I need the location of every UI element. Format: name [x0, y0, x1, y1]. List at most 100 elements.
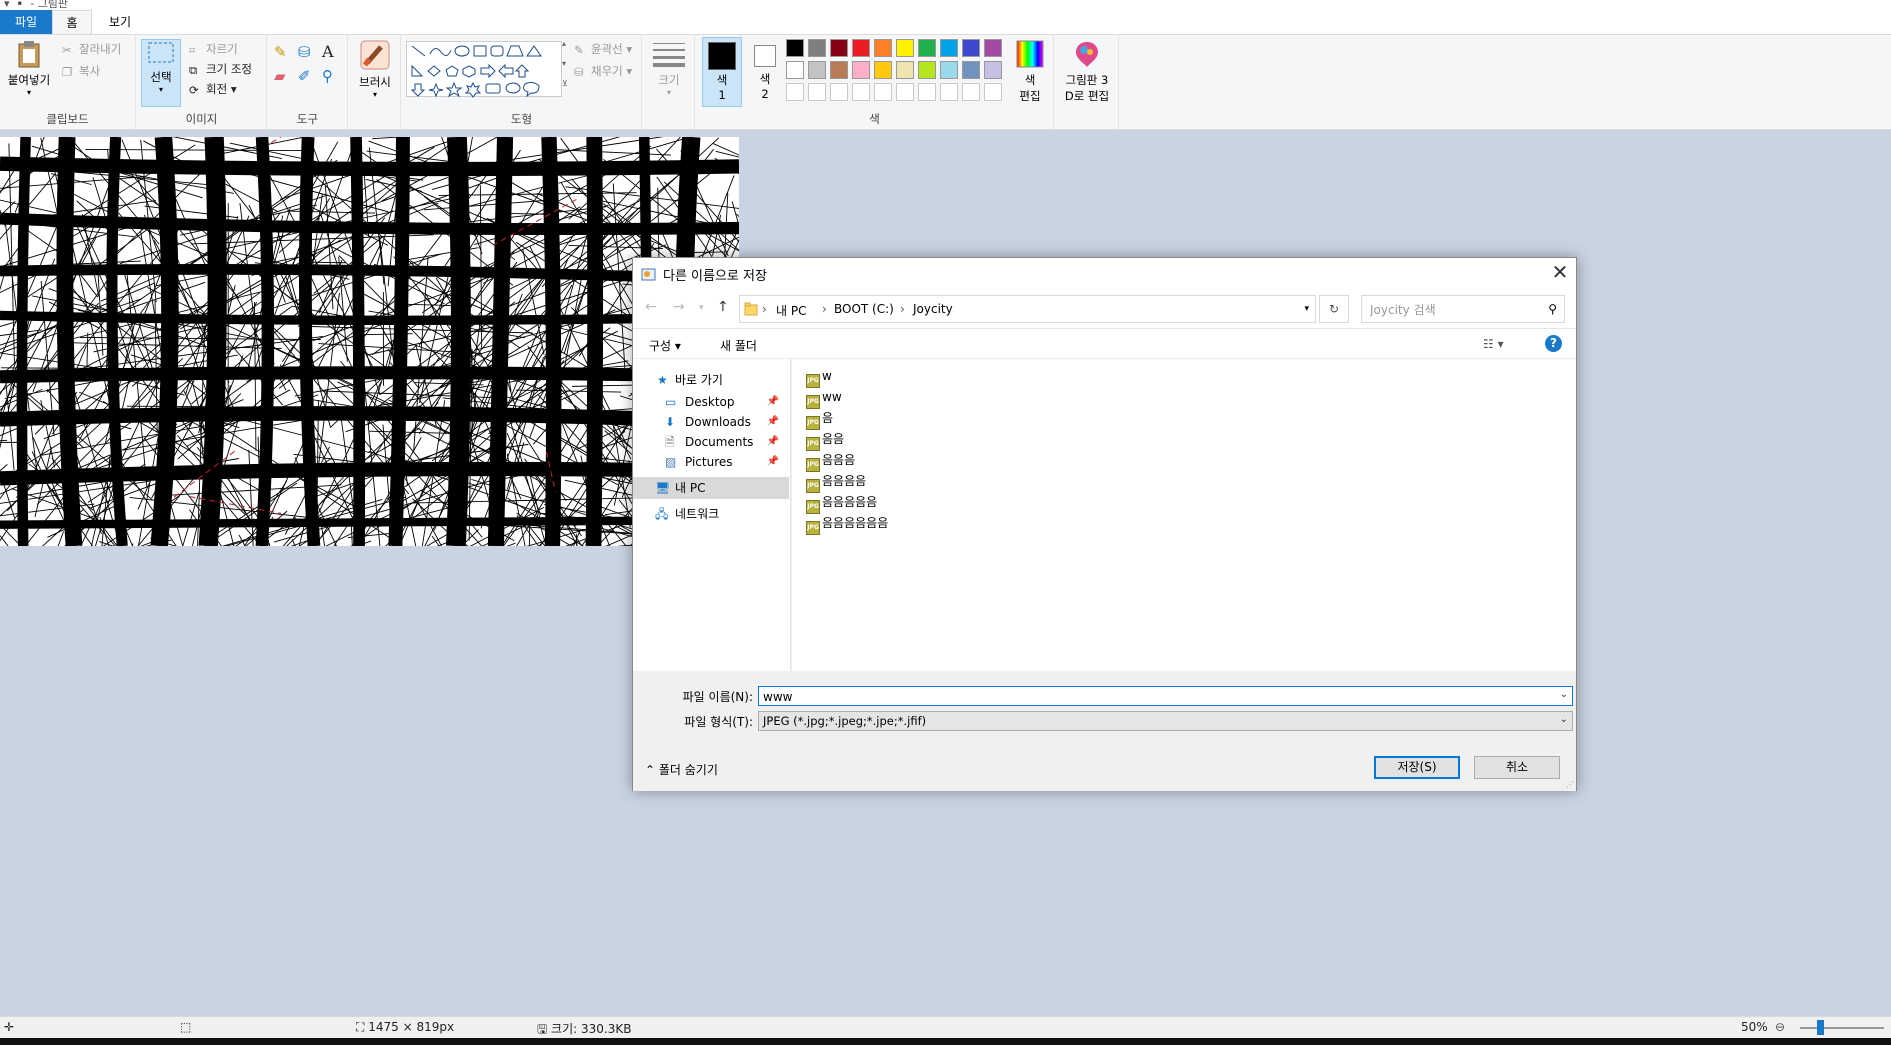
tab-home[interactable]: 홈: [52, 10, 92, 34]
palette-swatch[interactable]: [918, 61, 936, 79]
list-item[interactable]: JPG 음음음: [806, 451, 855, 472]
palette-swatch[interactable]: [874, 39, 892, 57]
list-item[interactable]: JPG 음음음음: [806, 472, 866, 493]
palette-swatch[interactable]: [852, 61, 870, 79]
palette-swatch[interactable]: [940, 39, 958, 57]
cancel-button[interactable]: 취소: [1474, 756, 1560, 779]
forward-arrow-icon[interactable]: →: [673, 299, 685, 315]
view-options-icon[interactable]: ☷ ▾: [1483, 337, 1504, 351]
drawing-canvas[interactable]: [0, 137, 739, 546]
nav-network[interactable]: 🖧 네트워크: [633, 503, 789, 525]
palette-swatch[interactable]: [808, 83, 826, 101]
recent-locations-icon[interactable]: ▾: [699, 303, 704, 313]
chevron-down-icon[interactable]: ▾: [1304, 304, 1309, 314]
palette-swatch[interactable]: [984, 61, 1002, 79]
resize-grip-icon[interactable]: ⋰: [1566, 780, 1574, 789]
palette-swatch[interactable]: [830, 61, 848, 79]
crop-button[interactable]: ⌗ 자르기: [189, 41, 238, 57]
rotate-button[interactable]: ⟳ 회전 ▾: [189, 81, 237, 97]
nav-downloads[interactable]: ⬇ Downloads 📌: [633, 411, 789, 433]
refresh-button[interactable]: ↻: [1319, 295, 1349, 323]
brushes-button[interactable]: 브러시 ▾: [353, 39, 397, 99]
palette-swatch[interactable]: [830, 39, 848, 57]
resize-button[interactable]: ⧉ 크기 조정: [189, 61, 252, 77]
close-button[interactable]: ✕: [1544, 258, 1576, 288]
list-item[interactable]: JPG 음: [806, 409, 833, 430]
quick-access-toolbar[interactable]: ▾ ▪️ - 그림판: [4, 0, 68, 8]
help-icon[interactable]: ?: [1545, 335, 1562, 352]
eraser-icon[interactable]: ▰: [274, 67, 286, 85]
outline-button[interactable]: ✎ 윤곽선 ▾: [574, 41, 632, 57]
palette-swatch[interactable]: [896, 61, 914, 79]
nav-desktop[interactable]: ▭ Desktop 📌: [633, 391, 789, 413]
palette-swatch[interactable]: [918, 39, 936, 57]
palette-swatch[interactable]: [830, 83, 848, 101]
cut-button[interactable]: ✂ 잘라내기: [62, 41, 121, 57]
nav-this-pc[interactable]: 🖥 내 PC: [633, 477, 789, 499]
copy-button[interactable]: ❐ 복사: [62, 63, 100, 79]
palette-swatch[interactable]: [874, 83, 892, 101]
zoom-slider[interactable]: [1800, 1020, 1884, 1035]
palette-swatch[interactable]: [962, 61, 980, 79]
palette-swatch[interactable]: [808, 61, 826, 79]
shapes-gallery[interactable]: [406, 41, 562, 98]
palette-swatch[interactable]: [896, 83, 914, 101]
filetype-select[interactable]: JPEG (*.jpg;*.jpeg;*.jpe;*.jfif) ⌄: [758, 711, 1573, 731]
palette-swatch[interactable]: [984, 39, 1002, 57]
nav-documents[interactable]: 🗎 Documents 📌: [633, 431, 789, 453]
breadcrumb-this-pc[interactable]: 내 PC: [776, 302, 806, 319]
search-box[interactable]: ⚲: [1361, 295, 1565, 323]
chevron-down-icon[interactable]: ⌄: [1560, 689, 1568, 700]
address-bar[interactable]: › 내 PC › BOOT (C:) › Joycity ▾: [739, 295, 1316, 323]
expand-gallery-icon[interactable]: ⊻: [562, 79, 568, 88]
text-icon[interactable]: A: [322, 42, 334, 61]
list-item[interactable]: JPG 음음: [806, 430, 844, 451]
fill-button[interactable]: ⛁ 채우기 ▾: [574, 63, 632, 79]
pencil-icon[interactable]: ✎: [274, 43, 287, 61]
magnifier-icon[interactable]: ⚲: [322, 67, 333, 85]
new-folder-button[interactable]: 새 폴더: [720, 337, 757, 354]
hide-folders-button[interactable]: ⌃ 폴더 숨기기: [645, 761, 718, 778]
size-button[interactable]: 크기 ▾: [649, 39, 689, 97]
zoom-out-icon[interactable]: ⊖: [1775, 1020, 1785, 1034]
nav-quick-access[interactable]: ★ 바로 가기: [633, 369, 789, 391]
palette-swatch[interactable]: [962, 83, 980, 101]
up-arrow-icon[interactable]: ↑: [717, 299, 729, 315]
palette-swatch[interactable]: [940, 61, 958, 79]
chevron-down-icon[interactable]: ▾: [562, 59, 566, 68]
list-item[interactable]: JPG w: [806, 367, 832, 388]
list-item[interactable]: JPG ww: [806, 388, 842, 409]
color-picker-icon[interactable]: ✐: [298, 67, 311, 85]
palette-swatch[interactable]: [852, 83, 870, 101]
breadcrumb-boot-drive[interactable]: BOOT (C:): [834, 302, 894, 316]
palette-swatch[interactable]: [918, 83, 936, 101]
organize-button[interactable]: 구성 ▾: [649, 337, 681, 354]
select-button[interactable]: 선택 ▾: [141, 39, 181, 107]
list-item[interactable]: JPG 음음음음음음: [806, 514, 888, 535]
palette-swatch[interactable]: [940, 83, 958, 101]
fill-bucket-icon[interactable]: ⛁: [298, 43, 311, 61]
save-button[interactable]: 저장(S): [1374, 756, 1460, 779]
palette-swatch[interactable]: [896, 39, 914, 57]
paste-button[interactable]: 붙여넣기 ▾: [2, 39, 56, 97]
chevron-up-icon[interactable]: ▴: [562, 39, 566, 48]
color1-button[interactable]: 색 1: [702, 37, 742, 107]
palette-swatch[interactable]: [786, 83, 804, 101]
back-arrow-icon[interactable]: ←: [645, 299, 657, 315]
breadcrumb-joycity[interactable]: Joycity: [913, 302, 953, 316]
filename-combobox[interactable]: ⌄: [758, 686, 1573, 706]
palette-swatch[interactable]: [874, 61, 892, 79]
edit-with-paint3d-button[interactable]: 그림판 3 D로 편집: [1059, 39, 1115, 104]
palette-swatch[interactable]: [984, 83, 1002, 101]
color2-button[interactable]: 색 2: [746, 37, 784, 107]
search-input[interactable]: [1370, 301, 1535, 318]
list-item[interactable]: JPG 음음음음음: [806, 493, 877, 514]
tab-file[interactable]: 파일: [0, 10, 52, 34]
palette-swatch[interactable]: [962, 39, 980, 57]
palette-swatch[interactable]: [808, 39, 826, 57]
palette-swatch[interactable]: [786, 39, 804, 57]
palette-swatch[interactable]: [852, 39, 870, 57]
edit-colors-button[interactable]: 색 편집: [1010, 39, 1050, 104]
zoom-slider-thumb[interactable]: [1817, 1020, 1824, 1035]
nav-pictures[interactable]: ▨ Pictures 📌: [633, 451, 789, 473]
